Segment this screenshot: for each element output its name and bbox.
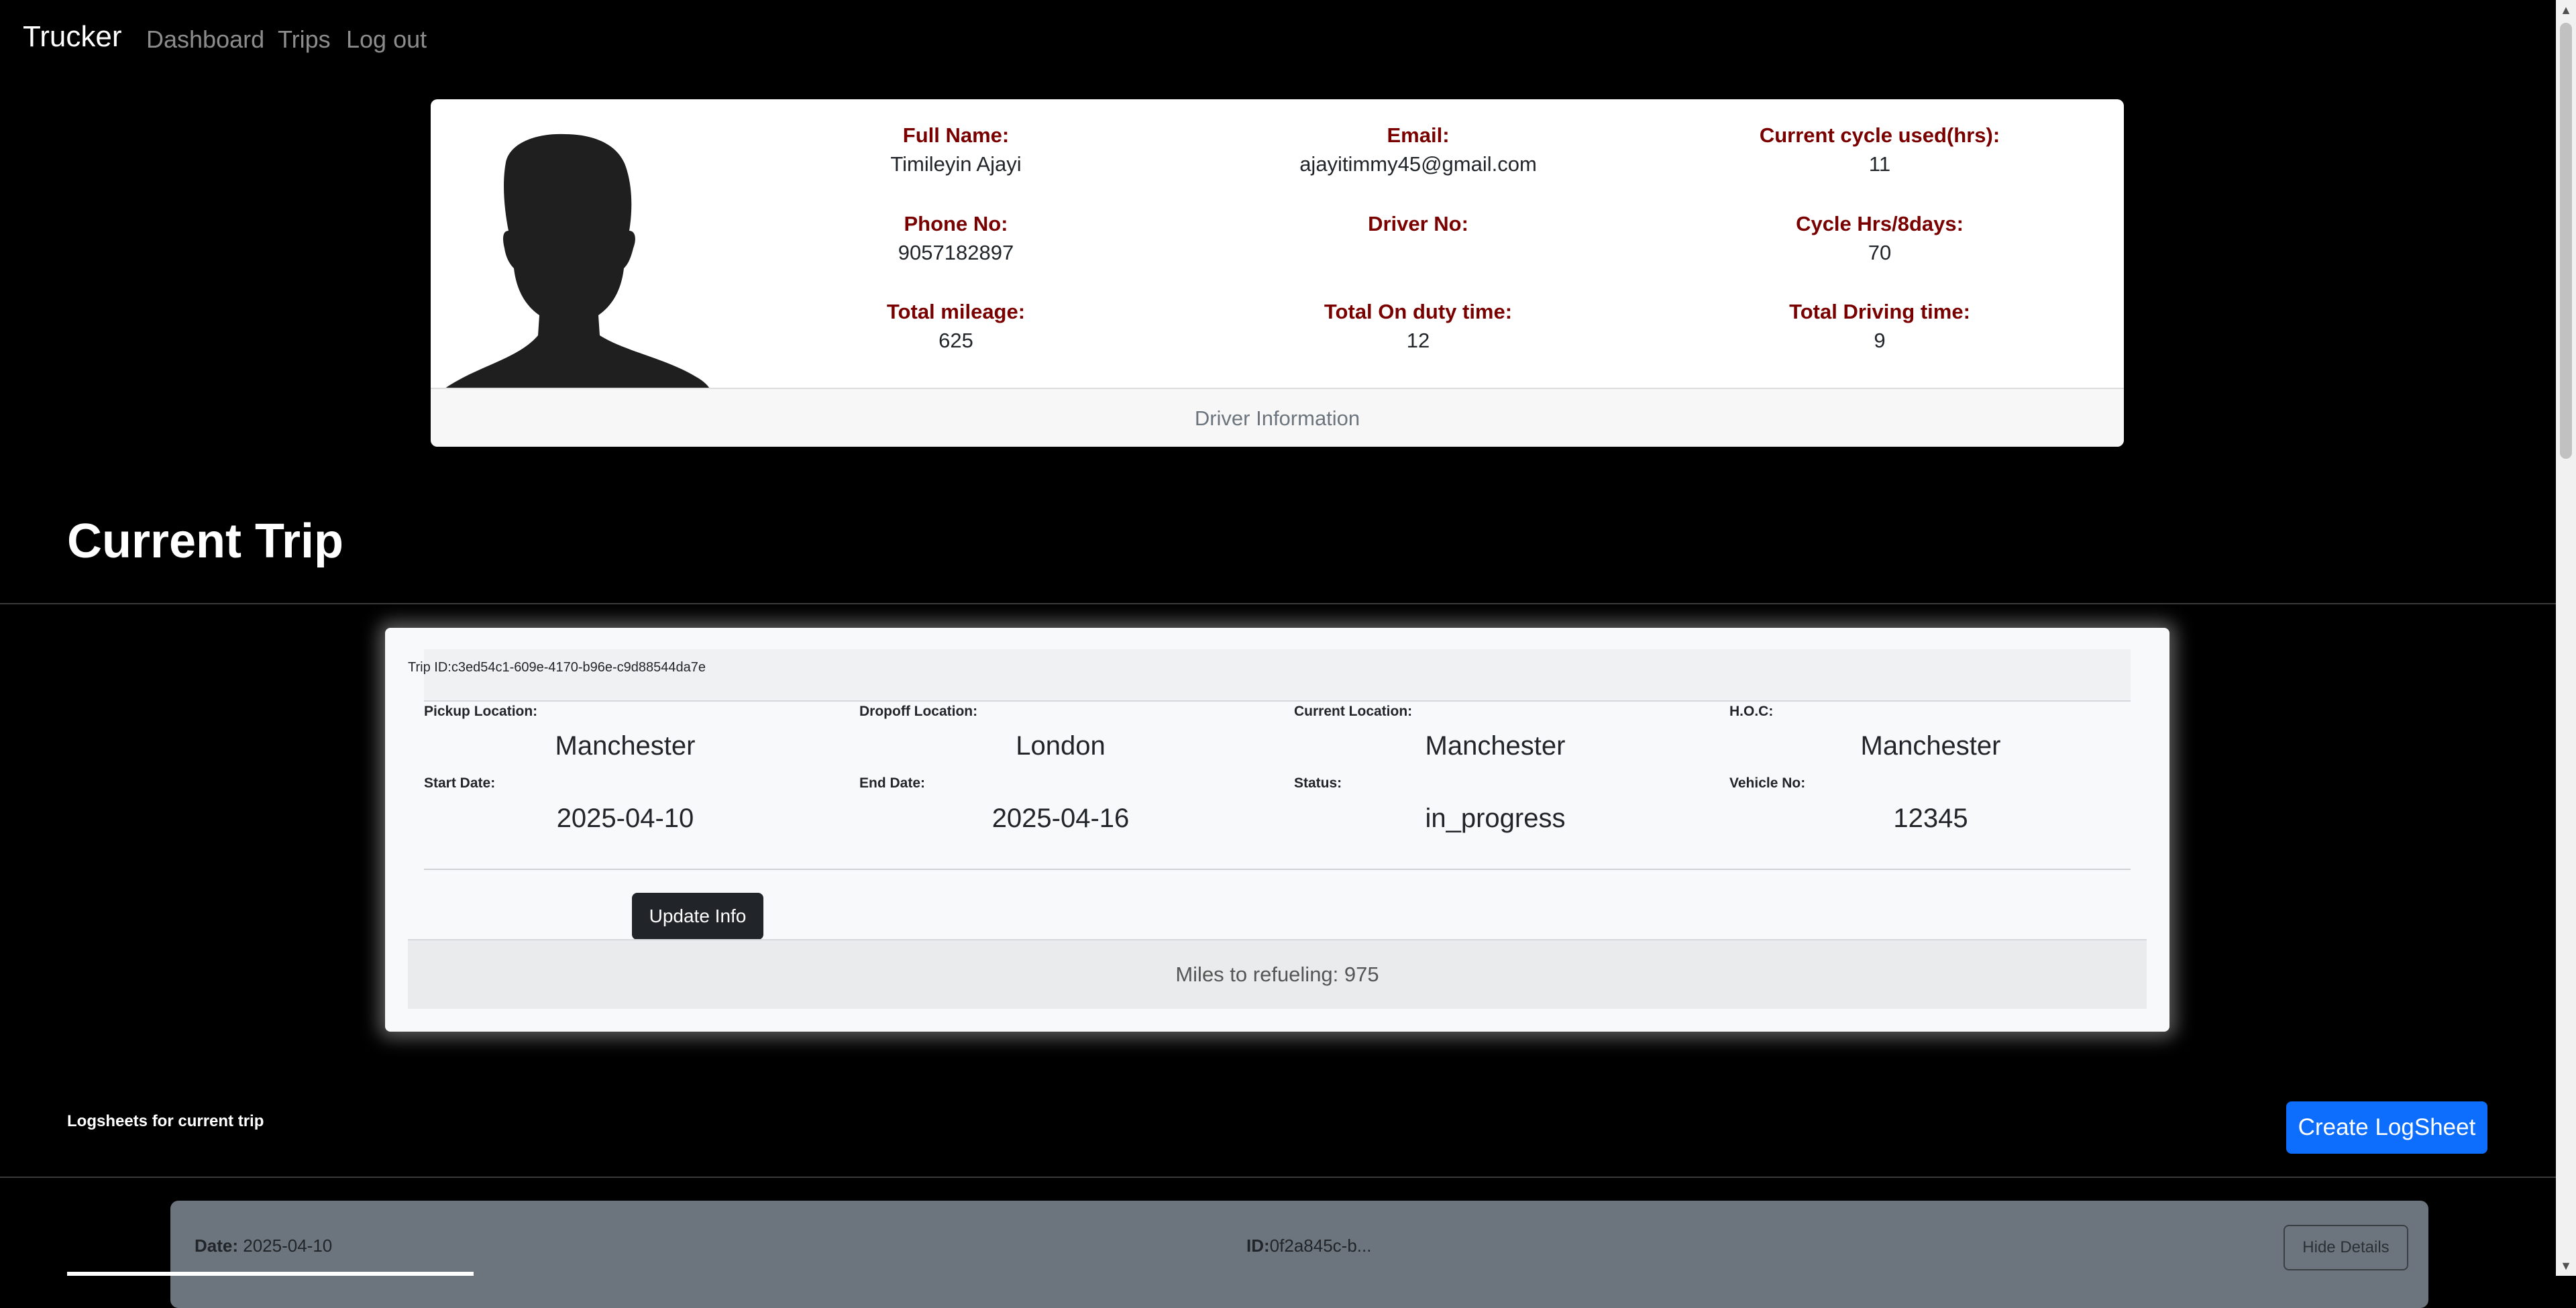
phone-value: 9057182897 <box>898 241 1014 264</box>
trip-header <box>424 649 2131 702</box>
update-info-button[interactable]: Update Info <box>632 893 763 940</box>
dropoff-value: London <box>1016 731 1106 761</box>
field-email: Email: ajayitimmy45@gmail.com <box>1250 122 1586 180</box>
refuel-value: 975 <box>1344 963 1379 986</box>
trip-id-value: c3ed54c1-609e-4170-b96e-c9d88544da7e <box>451 660 706 675</box>
navbar: Trucker Dashboard Trips Log out <box>0 0 2556 79</box>
email-label: Email: <box>1387 123 1450 147</box>
log-date-value: 2025-04-10 <box>243 1236 333 1256</box>
hide-details-button[interactable]: Hide Details <box>2284 1225 2408 1270</box>
field-driver-no: Driver No: <box>1250 211 1586 237</box>
log-id-value: 0f2a845c-b... <box>1269 1236 1372 1256</box>
current-location-value: Manchester <box>1425 731 1566 761</box>
field-total-mileage: Total mileage: 625 <box>788 298 1124 356</box>
full-name-label: Full Name: <box>902 123 1010 147</box>
driving-time-label: Total Driving time: <box>1789 300 1970 323</box>
refuel-label: Miles to refueling: <box>1175 963 1344 986</box>
hoc-value: Manchester <box>1860 731 2001 761</box>
cycle-hrs-label: Cycle Hrs/8days: <box>1796 212 1964 235</box>
cycle-used-value: 11 <box>1868 152 1891 176</box>
trip-divider <box>424 869 2131 870</box>
page-title: Current Trip <box>67 514 344 568</box>
vehicle-no-label: Vehicle No: <box>1729 775 1806 791</box>
section-divider <box>0 603 2556 604</box>
trip-id: Trip ID:c3ed54c1-609e-4170-b96e-c9d88544… <box>408 660 706 675</box>
driving-time-value: 9 <box>1874 329 1886 352</box>
log-date-label: Date: <box>195 1236 239 1256</box>
scroll-down-icon[interactable]: ▼ <box>2556 1256 2576 1276</box>
phone-label: Phone No: <box>904 212 1008 235</box>
trip-footer: Miles to refueling: 975 <box>408 939 2147 1009</box>
driver-card-footer: Driver Information <box>431 388 2124 447</box>
start-date-label: Start Date: <box>424 775 496 791</box>
full-name-value: Timileyin Ajayi <box>890 152 1022 176</box>
vehicle-no-value: 12345 <box>1893 804 1968 833</box>
end-date-value: 2025-04-16 <box>991 804 1130 833</box>
cycle-hrs-value: 70 <box>1868 241 1892 264</box>
start-date-value: 2025-04-10 <box>556 804 694 833</box>
logsheet-card: Date: 2025-04-10 ID:0f2a845c-b... Hide D… <box>170 1201 2428 1308</box>
field-cycle-used: Current cycle used(hrs): 11 <box>1712 122 2047 180</box>
pickup-value: Manchester <box>555 731 696 761</box>
nav-link-trips[interactable]: Trips <box>278 25 331 54</box>
log-date: Date: 2025-04-10 <box>195 1236 332 1256</box>
logsheets-title: Logsheets for current trip <box>67 1112 264 1130</box>
end-date-label: End Date: <box>859 775 926 791</box>
brand-logo[interactable]: Trucker <box>23 20 122 54</box>
driver-no-label: Driver No: <box>1368 212 1468 235</box>
field-phone: Phone No: 9057182897 <box>788 211 1124 268</box>
pickup-label: Pickup Location: <box>424 704 538 719</box>
trip-id-label: Trip ID: <box>408 660 451 675</box>
create-logsheet-button[interactable]: Create LogSheet <box>2286 1101 2487 1154</box>
log-id-label: ID: <box>1246 1236 1270 1256</box>
cycle-used-label: Current cycle used(hrs): <box>1759 123 2000 147</box>
status-value: in_progress <box>1425 804 1566 833</box>
trip-card: Pickup Location: Dropoff Location: Curre… <box>385 628 2169 1032</box>
dropoff-label: Dropoff Location: <box>859 704 978 719</box>
bottom-bar <box>67 1272 474 1276</box>
logs-divider <box>0 1177 2556 1178</box>
field-full-name: Full Name: Timileyin Ajayi <box>788 122 1124 180</box>
scrollbar-thumb[interactable] <box>2560 23 2572 459</box>
email-value: ajayitimmy45@gmail.com <box>1299 152 1537 176</box>
status-label: Status: <box>1294 775 1342 791</box>
field-on-duty: Total On duty time: 12 <box>1250 298 1586 356</box>
total-mileage-value: 625 <box>938 329 973 352</box>
log-id: ID:0f2a845c-b... <box>1246 1236 1371 1256</box>
field-cycle-hrs: Cycle Hrs/8days: 70 <box>1712 211 2047 268</box>
hoc-label: H.O.C: <box>1729 704 1774 719</box>
current-location-label: Current Location: <box>1294 704 1413 719</box>
nav-link-dashboard[interactable]: Dashboard <box>146 25 264 54</box>
on-duty-label: Total On duty time: <box>1324 300 1513 323</box>
driver-info-card: Full Name: Timileyin Ajayi Email: ajayit… <box>431 99 2124 447</box>
total-mileage-label: Total mileage: <box>886 300 1026 323</box>
on-duty-value: 12 <box>1406 329 1430 352</box>
scroll-up-icon[interactable]: ▲ <box>2556 0 2576 20</box>
nav-link-logout[interactable]: Log out <box>346 25 427 54</box>
field-driving-time: Total Driving time: 9 <box>1712 298 2047 356</box>
